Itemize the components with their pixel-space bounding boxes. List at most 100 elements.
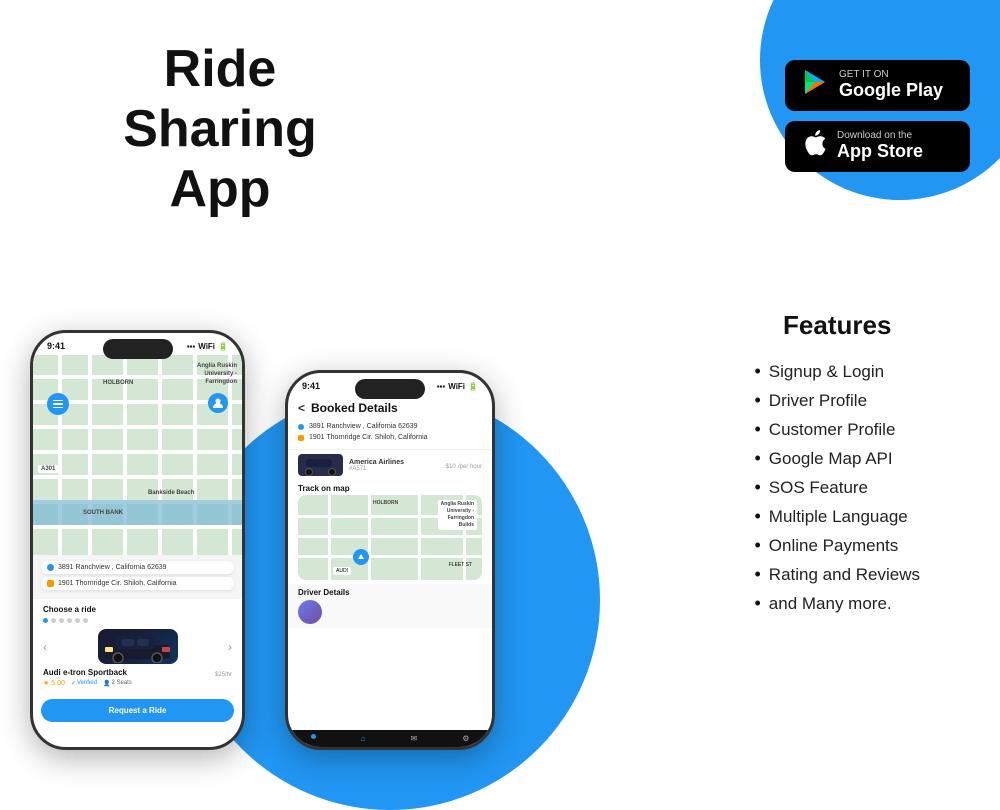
feature-item-6: Multiple Language	[754, 506, 920, 527]
map2-label-anglia: Anglia RuskinUniversity -FarringdonBuild…	[438, 500, 477, 530]
app-store-button[interactable]: Download on the App Store	[785, 121, 970, 172]
dot-2	[51, 618, 56, 623]
app-store-text: Download on the App Store	[837, 131, 923, 163]
battery-icon-2: 🔋	[468, 382, 478, 391]
google-play-small-text: GET IT ON	[839, 70, 943, 80]
signal-icon: ▪▪▪	[187, 342, 196, 351]
features-list: Signup & Login Driver Profile Customer P…	[754, 361, 920, 614]
feature-item-7: Online Payments	[754, 535, 920, 556]
phone2-notch	[355, 379, 425, 399]
back-button[interactable]: <	[298, 401, 305, 415]
verified-badge: ✓ Verified	[71, 680, 97, 687]
feature-item-9: and Many more.	[754, 593, 920, 614]
title-line1: Ride Sharing	[123, 40, 317, 158]
map2-road-v3	[418, 495, 421, 580]
car-price: $25/hr	[215, 668, 232, 678]
origin-pin-icon	[47, 564, 54, 571]
seats-info: 👤 2 Seats	[103, 680, 132, 687]
map-label-holborn: HOLBORN	[103, 380, 133, 386]
google-play-large-text: Google Play	[839, 80, 943, 102]
check-icon: ✓	[71, 680, 76, 687]
destination-pin-icon	[47, 580, 54, 587]
booked-locations: 3891 Ranchview , California 62639 1901 T…	[288, 419, 492, 449]
feature-item-3: Customer Profile	[754, 419, 920, 440]
car-row: ‹ ›	[43, 629, 232, 664]
request-ride-button[interactable]: Request a Ride	[41, 699, 234, 722]
hamburger-button[interactable]	[47, 393, 69, 415]
street-v2	[88, 355, 92, 555]
driver-label: Driver Details	[298, 588, 482, 597]
seat-icon: 👤	[103, 680, 110, 687]
nav-dot-1	[311, 734, 316, 739]
track-on-map-label: Track on map	[288, 480, 492, 495]
map2-road-v1	[328, 495, 331, 580]
booked-dest-pin	[298, 435, 304, 441]
dot-6	[83, 618, 88, 623]
app-store-small-text: Download on the	[837, 131, 923, 141]
phone-1-mockup: 9:41 ▪▪▪ WiFi 🔋	[30, 330, 245, 750]
booked-car-name: America Airlines	[349, 459, 440, 466]
street-h5	[33, 475, 242, 479]
dot-1	[43, 618, 48, 623]
hamburger-line2	[53, 403, 63, 405]
map-label-southbank: SOUTH BANK	[83, 510, 123, 516]
next-arrow[interactable]: ›	[228, 640, 232, 654]
nav-icon-message[interactable]: ✉	[411, 734, 418, 743]
phone2-bottom-nav: ⌂ ✉ ⚙	[288, 730, 492, 747]
feature-item-4: Google Map API	[754, 448, 920, 469]
hamburger-line1	[53, 400, 63, 402]
nav-icon-settings[interactable]: ⚙	[462, 734, 469, 743]
booked-car-info: America Airlines #A571	[349, 459, 440, 472]
street-v1	[58, 355, 62, 555]
phone1-ride-section: Choose a ride ‹	[33, 599, 242, 693]
map2-road-h3	[298, 555, 482, 558]
google-play-button[interactable]: GET IT ON Google Play	[785, 60, 970, 111]
features-title: Features	[754, 310, 920, 341]
apple-icon	[801, 129, 827, 164]
price-unit: /hr	[225, 672, 232, 678]
map-user-button[interactable]	[208, 393, 228, 413]
car-name: Audi e-tron Sportback	[43, 668, 132, 677]
feature-item-2: Driver Profile	[754, 390, 920, 411]
car-name-row: Audi e-tron Sportback ★ 5.00 ✓ Verified	[43, 668, 232, 687]
google-play-icon	[801, 68, 829, 103]
dot-3	[59, 618, 64, 623]
street-h3	[33, 425, 242, 429]
map-label-bankside: Bankside Beach	[148, 490, 194, 496]
car-map-marker	[353, 549, 369, 565]
origin-row: 3891 Ranchview , California 62639	[41, 561, 234, 574]
feature-item-5: SOS Feature	[754, 477, 920, 498]
app-store-large-text: App Store	[837, 141, 923, 163]
phones-container: 9:41 ▪▪▪ WiFi 🔋	[30, 330, 495, 750]
booked-origin-pin	[298, 424, 304, 430]
main-title: Ride Sharing App	[60, 40, 380, 219]
wifi-icon: WiFi	[198, 342, 215, 351]
booked-dest-row: 1901 Thornridge Cir. Shiloh, California	[298, 434, 482, 441]
phone1-time: 9:41	[47, 341, 65, 351]
booked-car-row: America Airlines #A571 $10 /per hour	[288, 449, 492, 480]
prev-arrow[interactable]: ‹	[43, 640, 47, 654]
rating-value: 5.00	[51, 680, 65, 687]
map2-road-h2	[298, 535, 482, 538]
map2-label-audi: AUDI	[333, 567, 351, 575]
phone2-map: HOLBORN Anglia RuskinUniversity -Farring…	[298, 495, 482, 580]
street-v4	[158, 355, 162, 555]
phone1-status-icons: ▪▪▪ WiFi 🔋	[187, 342, 228, 351]
booked-car-id: #A571	[349, 466, 440, 472]
map2-label-fleet: FLEET ST	[449, 562, 472, 568]
dot-5	[75, 618, 80, 623]
map-label-a301: A301	[38, 465, 58, 473]
booked-price-value: $10	[446, 464, 456, 470]
google-play-text: GET IT ON Google Play	[839, 70, 943, 102]
booked-origin-row: 3891 Ranchview , California 62639	[298, 423, 482, 430]
map-river	[33, 500, 242, 525]
hamburger-line3	[53, 407, 63, 409]
features-section: Features Signup & Login Driver Profile C…	[754, 310, 920, 622]
car-meta: ★ 5.00 ✓ Verified 👤 2 Seats	[43, 679, 132, 687]
map2-label-holborn: HOLBORN	[373, 500, 398, 506]
destination-text: 1901 Thornridge Cir. Shiloh, California	[58, 580, 177, 587]
nav-icon-home[interactable]: ⌂	[361, 734, 366, 743]
car-image	[98, 629, 178, 664]
phone1-notch	[103, 339, 173, 359]
battery-icon: 🔋	[218, 342, 228, 351]
